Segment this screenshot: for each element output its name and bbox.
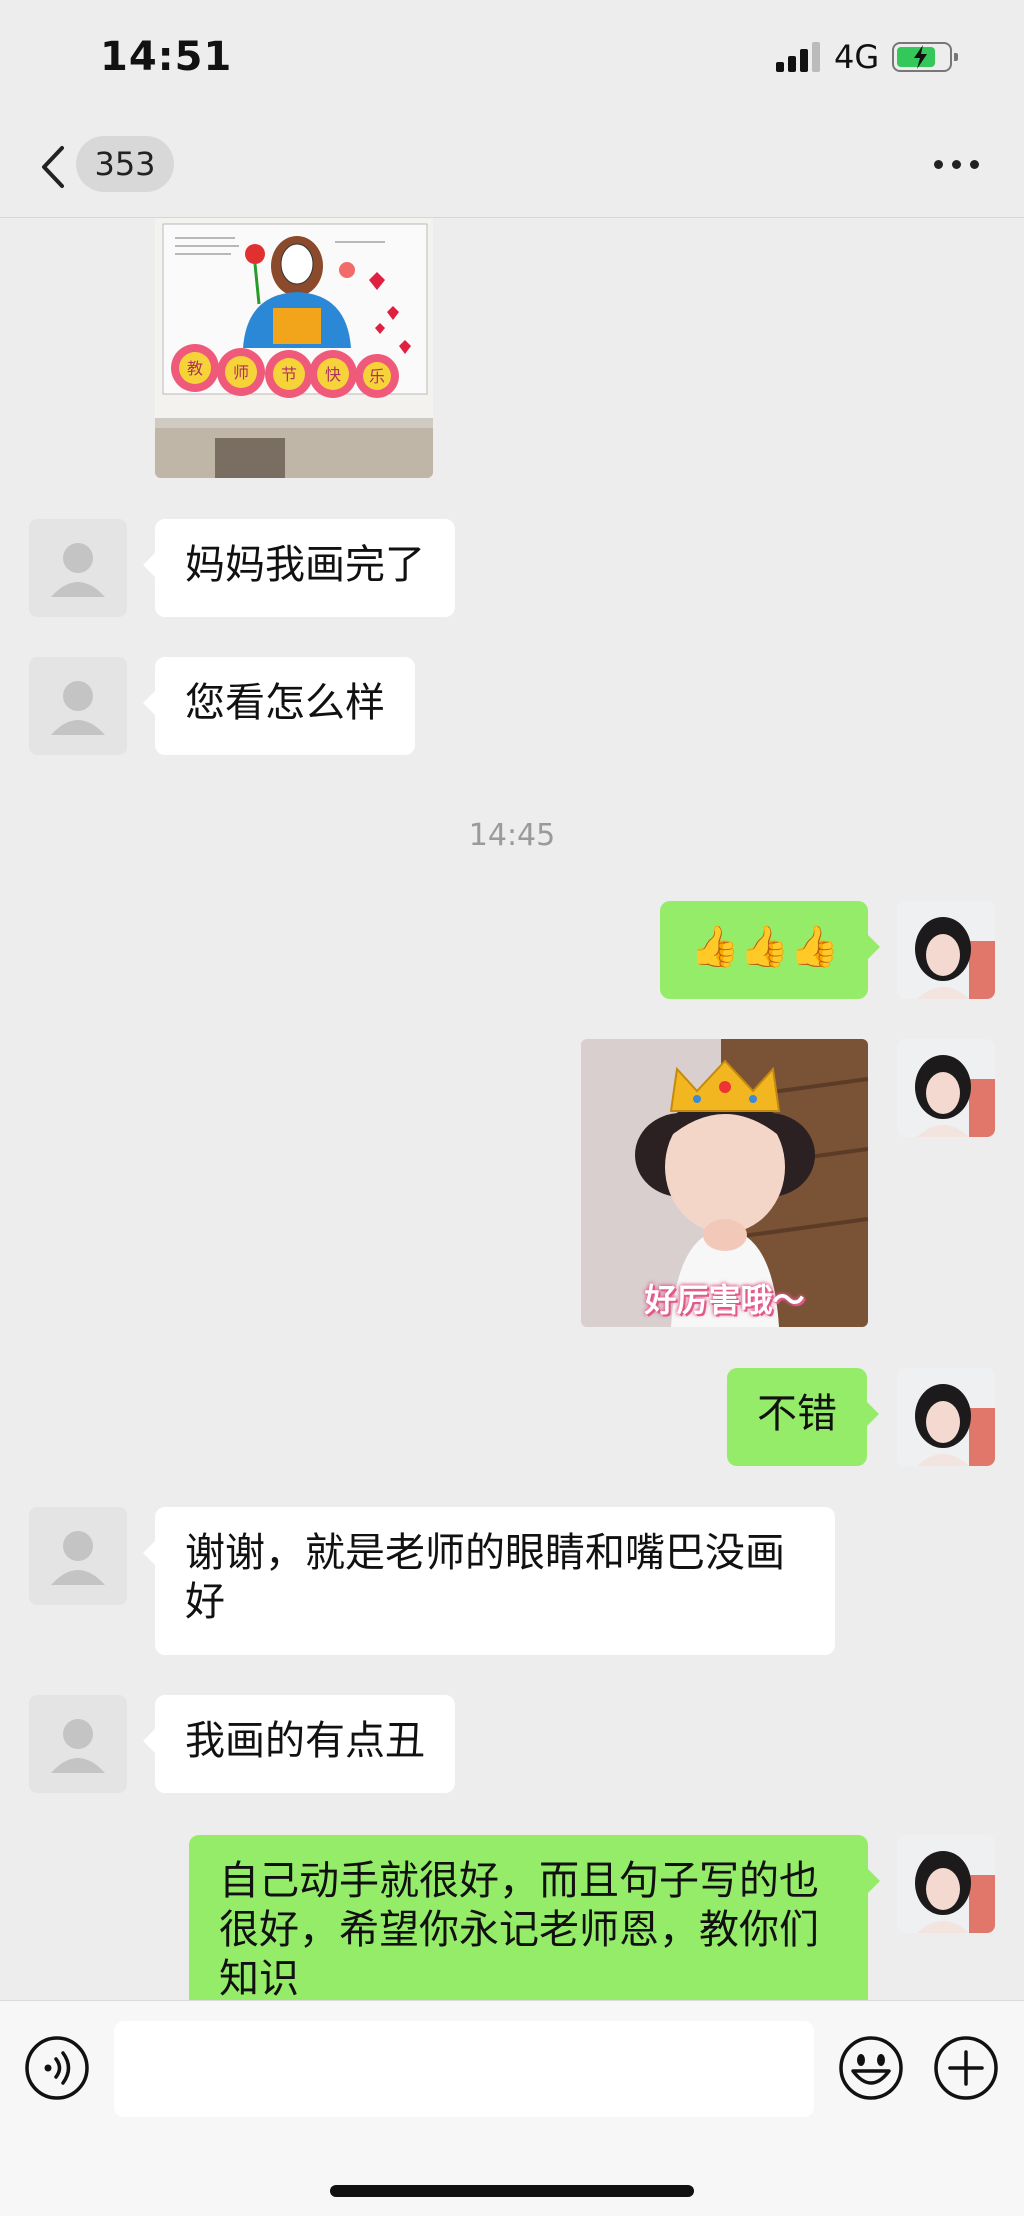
my-avatar[interactable] [897, 901, 995, 999]
default-avatar-icon [51, 1719, 105, 1773]
user-photo-avatar [897, 1039, 995, 1137]
battery-icon [892, 42, 958, 72]
home-indicator [330, 2185, 694, 2197]
message-bubble-incoming[interactable]: 谢谢，就是老师的眼睛和嘴巴没画好 [143, 1507, 835, 1655]
status-bar: 14:51 4G [0, 0, 1024, 120]
drawing-image: 教 师 节 快 乐 [155, 218, 433, 478]
petal-char: 快 [325, 365, 341, 384]
petal-char: 教 [187, 359, 203, 378]
message-bubble-incoming[interactable]: 我画的有点丑 [143, 1695, 455, 1793]
contact-avatar[interactable] [29, 1695, 127, 1793]
status-time: 14:51 [100, 34, 233, 80]
user-photo-avatar [897, 1835, 995, 1933]
sticker-caption: 好厉害哦～ [644, 1281, 805, 1319]
my-avatar[interactable] [897, 1368, 995, 1466]
network-type: 4G [834, 38, 880, 76]
default-avatar-icon [51, 681, 105, 735]
user-photo-avatar [897, 901, 995, 999]
drawing-photo[interactable]: 教 师 节 快 乐 [155, 218, 433, 478]
default-avatar-icon [51, 1531, 105, 1585]
voice-icon[interactable] [24, 2035, 90, 2101]
message-bubble-incoming[interactable]: 妈妈我画完了 [143, 519, 455, 617]
contact-avatar[interactable] [29, 519, 127, 617]
petal-char: 师 [233, 363, 249, 382]
my-avatar[interactable] [897, 1835, 995, 1933]
sticker-image[interactable]: 好厉害哦～ [581, 1039, 868, 1327]
message-bubble-incoming[interactable]: 您看怎么样 [143, 657, 415, 755]
message-input-bar [0, 2000, 1024, 2216]
petal-char: 节 [281, 365, 297, 384]
contact-avatar[interactable] [29, 1507, 127, 1605]
contact-avatar[interactable] [29, 657, 127, 755]
my-avatar[interactable] [897, 1039, 995, 1137]
message-input[interactable] [114, 2021, 814, 2117]
petal-char: 乐 [369, 367, 385, 386]
message-timestamp: 14:45 [468, 818, 556, 853]
unread-count-badge[interactable]: 353 [76, 136, 174, 192]
message-bubble-outgoing[interactable]: 👍👍👍 [660, 901, 880, 999]
message-bubble-outgoing[interactable]: 不错 [727, 1368, 879, 1466]
plus-icon[interactable] [933, 2035, 999, 2101]
more-dots-icon[interactable] [934, 154, 980, 174]
chat-messages[interactable]: 教 师 节 快 乐 妈妈我画完了 您看怎么样 14:45 👍👍👍 好厉害哦～ 不… [0, 218, 1024, 2000]
user-photo-avatar [897, 1368, 995, 1466]
emoji-icon[interactable] [838, 2035, 904, 2101]
chat-header: 353 [0, 120, 1024, 218]
default-avatar-icon [51, 543, 105, 597]
message-bubble-outgoing[interactable]: 自己动手就很好，而且句子写的也很好，希望你永记老师恩，教你们知识 [189, 1835, 880, 2000]
chevron-left-icon[interactable] [34, 142, 74, 192]
signal-icon [776, 42, 822, 72]
